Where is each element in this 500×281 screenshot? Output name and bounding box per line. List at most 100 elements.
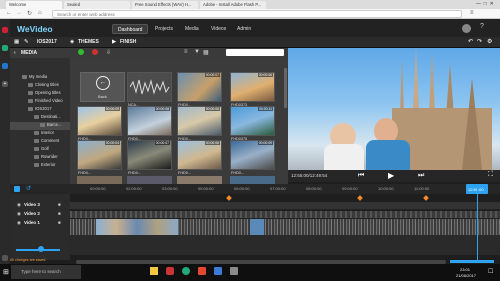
volume-slider-knob[interactable] — [38, 246, 44, 252]
media-thumbnail[interactable] — [177, 176, 222, 184]
folder-item[interactable]: Closing titles — [10, 82, 70, 90]
media-thumbnail[interactable]: 00:00:08 FHD0... — [127, 106, 172, 141]
home-icon[interactable]: ⌂ — [38, 10, 42, 16]
media-thumbnail[interactable]: 00:00:06 FHD0373 — [230, 72, 275, 107]
folder-item[interactable]: Interior — [10, 130, 70, 138]
back-tile[interactable]: ← Back — [80, 72, 125, 102]
add-icon[interactable]: + — [2, 81, 8, 87]
folder-item-selected[interactable]: Barce... — [10, 122, 70, 130]
redo-icon[interactable]: ↷ — [477, 38, 482, 45]
media-thumbnail[interactable]: 00:00:07 FHD0... — [127, 140, 172, 175]
timeline-marker[interactable] — [226, 195, 232, 201]
lock-icon[interactable]: ■ — [58, 202, 61, 207]
folder-item[interactable]: Rowrider — [10, 154, 70, 162]
folder-item[interactable]: Finished Video — [10, 98, 70, 106]
back-icon[interactable]: ← — [6, 10, 12, 16]
nav-media[interactable]: Media — [180, 24, 204, 34]
help-icon[interactable]: ? — [480, 23, 484, 30]
skip-back-icon[interactable]: ⏮ — [358, 172, 364, 180]
messenger-icon[interactable] — [2, 63, 8, 69]
notification-icon[interactable]: ☐ — [488, 268, 493, 275]
folder-item[interactable]: Destinati... — [10, 114, 70, 122]
nav-dashboard[interactable]: Dashboard — [112, 24, 149, 34]
folder-item[interactable]: My media — [10, 74, 70, 82]
nav-admin[interactable]: Admin — [232, 24, 256, 34]
windows-search-box[interactable]: Type here to search — [11, 265, 81, 279]
folder-item[interactable]: Exterior — [10, 162, 70, 170]
magnet-icon[interactable]: ↺ — [26, 185, 31, 192]
browser-tab[interactable]: Free Sound Effects (WAV) H... — [132, 1, 198, 9]
themes-button[interactable]: THEMES — [78, 39, 99, 45]
playhead-line[interactable] — [477, 184, 478, 260]
forward-icon[interactable]: → — [16, 10, 22, 16]
app-icon[interactable] — [166, 267, 174, 275]
browser-tab[interactable]: Adobe - Install Adobe Flash P... — [200, 1, 266, 9]
video-preview[interactable] — [288, 48, 500, 170]
app-icon[interactable] — [2, 27, 8, 33]
file-explorer-icon[interactable] — [150, 267, 158, 275]
track-video-2[interactable] — [70, 211, 500, 219]
list-view-icon[interactable]: ≡ — [184, 49, 188, 55]
video-clip[interactable] — [96, 219, 178, 235]
media-thumbnail[interactable] — [230, 176, 275, 184]
record-icon[interactable] — [92, 49, 98, 55]
nav-videos[interactable]: Videos — [206, 24, 231, 34]
undo-icon[interactable]: ↶ — [468, 38, 473, 45]
timeline-ruler[interactable]: ↺ 00:00:00 02:00:00 03:00:00 05:00:00 06… — [10, 184, 500, 194]
gear-icon[interactable]: ⚙ — [487, 38, 492, 45]
track-video-1[interactable] — [70, 219, 500, 235]
play-icon[interactable]: ▶ — [388, 171, 394, 180]
browser-tab[interactable]: Welcome — [6, 1, 62, 9]
folder-item[interactable]: Comment — [10, 138, 70, 146]
media-thumbnail[interactable]: 00:00:06 FHD0... — [177, 140, 222, 175]
media-thumbnail[interactable]: 00:00:05 FHD0... — [177, 106, 222, 141]
add-track-icon[interactable] — [14, 186, 20, 192]
edit-icon[interactable]: ✎ — [24, 39, 29, 45]
app-icon[interactable] — [198, 267, 206, 275]
upload-icon[interactable] — [78, 49, 84, 55]
timeline-empty-area[interactable] — [70, 235, 500, 255]
video-clip[interactable] — [250, 219, 264, 235]
grid-icon[interactable]: ▦ — [14, 39, 19, 45]
chevron-left-icon[interactable]: ‹ — [14, 50, 16, 56]
media-thumbnail[interactable] — [127, 176, 172, 184]
media-search-input[interactable] — [226, 49, 284, 56]
lock-icon[interactable]: ■ — [58, 211, 61, 216]
app-icon[interactable] — [230, 267, 238, 275]
lock-icon[interactable]: ■ — [58, 220, 61, 225]
menu-icon[interactable]: ≡ — [470, 10, 474, 16]
timeline-marker[interactable] — [357, 195, 363, 201]
browser-tab[interactable]: Sealed — [64, 1, 130, 9]
nav-projects[interactable]: Projects — [150, 24, 178, 34]
media-scrollbar[interactable] — [284, 68, 287, 108]
zoom-slider[interactable] — [450, 260, 494, 263]
avatar[interactable] — [462, 24, 471, 33]
eye-icon[interactable]: ◉ — [17, 211, 21, 217]
download-icon[interactable]: ⇩ — [106, 49, 111, 56]
finish-button[interactable]: FINISH — [120, 39, 136, 45]
filter-icon[interactable]: ▼ — [194, 49, 200, 55]
media-thumbnail[interactable]: 00:00:09 FHD0... — [77, 106, 122, 141]
eye-icon[interactable]: ◉ — [17, 220, 21, 226]
browser-icon[interactable] — [182, 267, 190, 275]
project-name[interactable]: IOS2017 — [37, 39, 57, 45]
folder-item[interactable]: Opening titles — [10, 90, 70, 98]
settings-icon[interactable] — [2, 255, 8, 261]
window-controls[interactable]: — □ ✕ — [476, 1, 494, 7]
folder-item[interactable]: IOS2017 — [10, 106, 70, 114]
eye-icon[interactable]: ◉ — [17, 202, 21, 208]
timeline-marker[interactable] — [423, 195, 429, 201]
track-video-3[interactable] — [70, 202, 500, 210]
reload-icon[interactable]: ↻ — [27, 10, 32, 17]
media-thumbnail[interactable]: 00:00:09 FHD0... — [230, 140, 275, 175]
media-thumbnail[interactable]: 00:00:04 FHD0... — [77, 140, 122, 175]
app-icon[interactable] — [214, 267, 222, 275]
media-thumbnail[interactable]: 00:00:07 FHD0... — [177, 72, 222, 107]
grid-view-icon[interactable]: ▦ — [203, 49, 209, 56]
media-thumbnail-audio[interactable]: NCA... — [127, 72, 172, 107]
windows-start-icon[interactable]: ⊞ — [3, 268, 9, 276]
media-thumbnail[interactable] — [77, 176, 122, 184]
fullscreen-icon[interactable]: ⛶ — [488, 171, 493, 179]
address-bar[interactable]: Search or enter web address — [52, 10, 462, 18]
media-thumbnail[interactable]: 00:00:11 FHD0375 — [230, 106, 275, 141]
